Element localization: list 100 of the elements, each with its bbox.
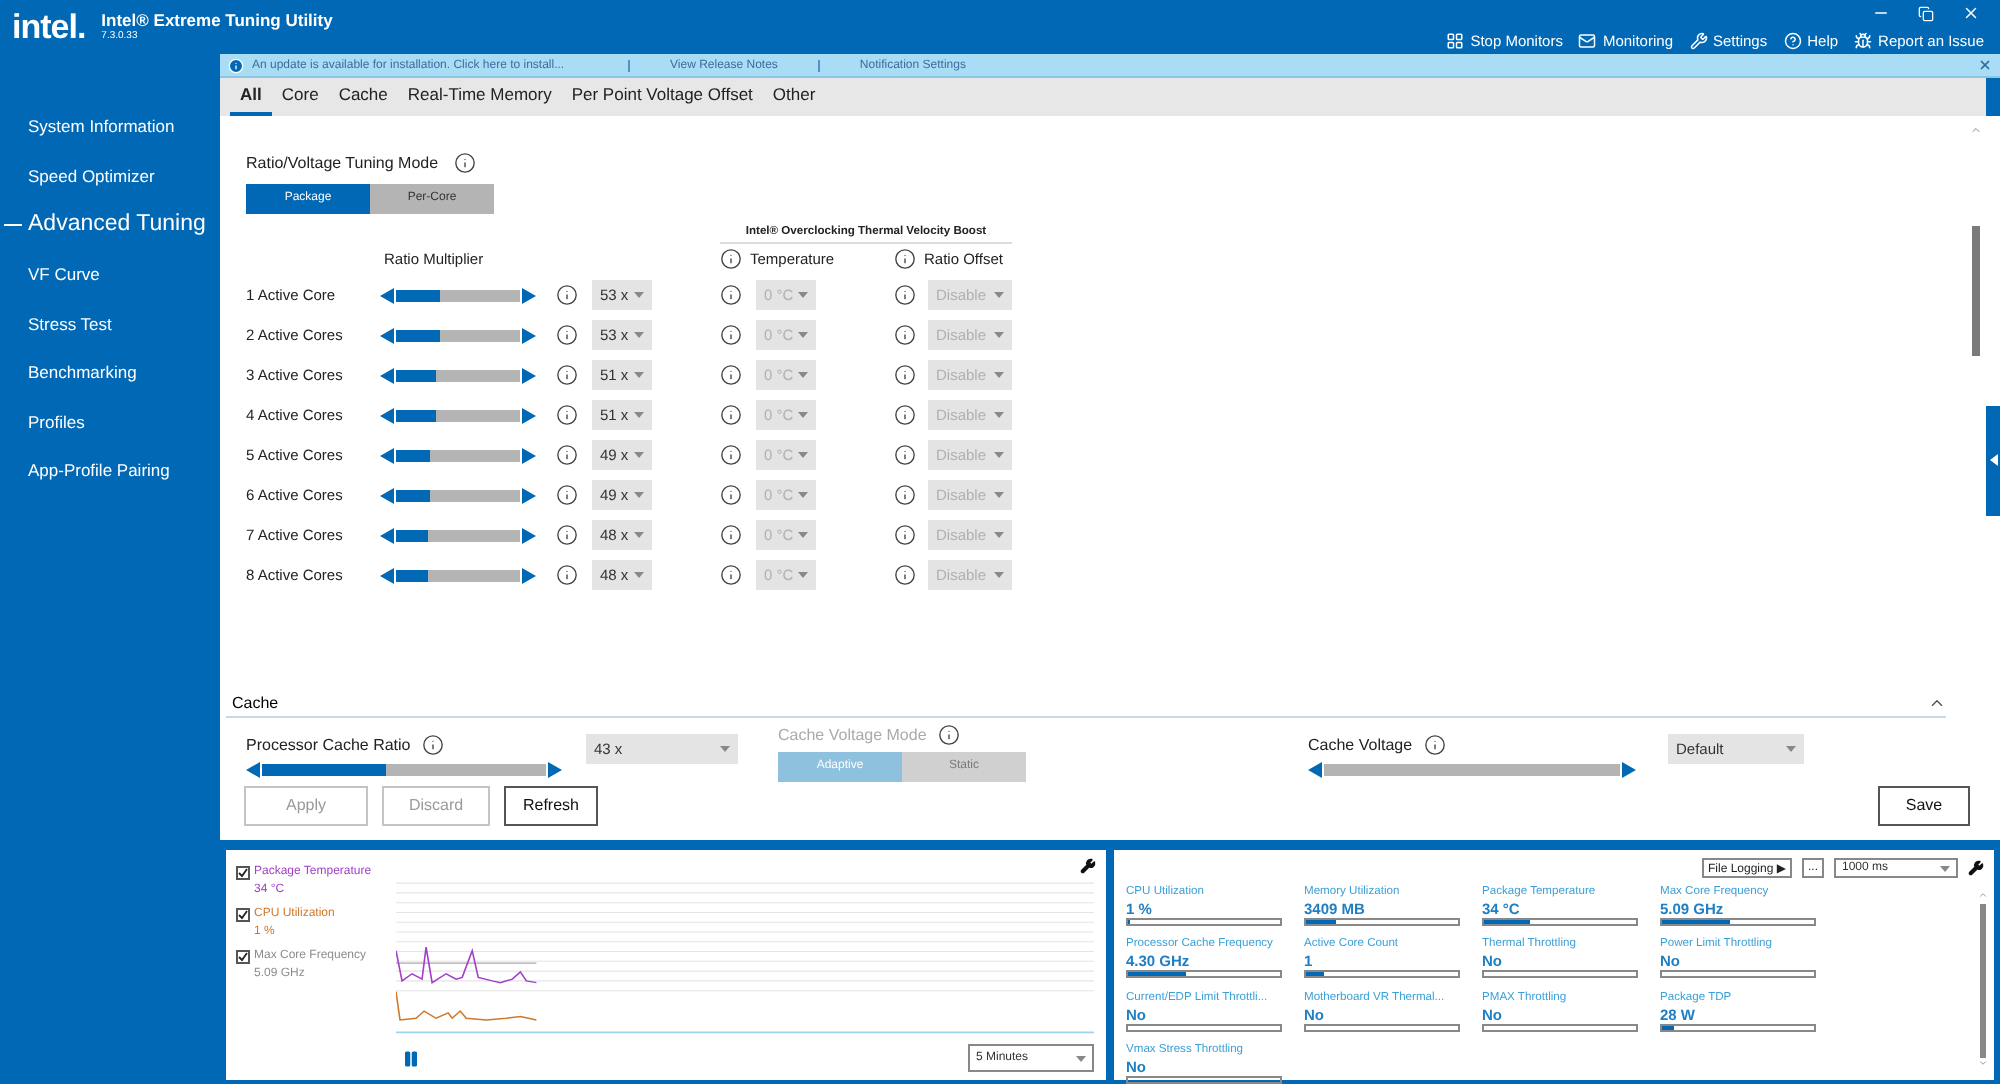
increase-arrow-icon[interactable]: [1622, 761, 1636, 777]
sidebar-item[interactable]: Profiles: [0, 397, 220, 447]
info-icon[interactable]: [894, 564, 916, 586]
caret-icon: [994, 492, 1004, 498]
info-icon[interactable]: [720, 564, 742, 586]
info-icon[interactable]: [556, 564, 578, 586]
sidebar-item[interactable]: Benchmarking: [0, 347, 220, 398]
tab[interactable]: Core: [271, 78, 329, 115]
sidebar-item[interactable]: Advanced Tuning: [0, 200, 220, 250]
info-icon[interactable]: [894, 484, 916, 506]
scrollbar-thumb[interactable]: [1979, 904, 1985, 1058]
increase-arrow-icon[interactable]: [522, 447, 536, 463]
caret-icon: [634, 292, 644, 298]
checkbox[interactable]: [236, 866, 250, 880]
wrench-icon[interactable]: [1968, 860, 1984, 876]
grid-icon: [1446, 31, 1465, 49]
checkbox[interactable]: [236, 908, 250, 922]
action-button[interactable]: Refresh: [504, 785, 598, 826]
caret-icon: [994, 412, 1004, 418]
logo: intel.: [12, 7, 86, 47]
caret-icon: [994, 452, 1004, 458]
info-icon[interactable]: [894, 444, 916, 466]
increase-arrow-icon[interactable]: [522, 567, 536, 583]
info-icon[interactable]: [720, 284, 742, 306]
decrease-arrow-icon[interactable]: [380, 567, 394, 583]
increase-arrow-icon[interactable]: [548, 761, 562, 777]
info-icon[interactable]: [556, 524, 578, 546]
info-icon[interactable]: [720, 324, 742, 346]
tab[interactable]: Other: [762, 78, 826, 115]
info-icon[interactable]: [556, 404, 578, 426]
caret-icon: [1940, 865, 1950, 871]
decrease-arrow-icon[interactable]: [380, 367, 394, 383]
info-icon[interactable]: [556, 444, 578, 466]
pause-icon[interactable]: [402, 1049, 420, 1067]
decrease-arrow-icon[interactable]: [380, 487, 394, 503]
wrench-icon[interactable]: [1080, 858, 1096, 874]
close-icon[interactable]: [1978, 58, 1992, 73]
info-icon[interactable]: [422, 733, 445, 755]
close-button[interactable]: [1962, 4, 1980, 22]
info-icon[interactable]: [894, 284, 916, 306]
caret-icon: [798, 292, 808, 298]
save-button[interactable]: Save: [1878, 785, 1970, 826]
tab[interactable]: Per Point Voltage Offset: [561, 78, 763, 115]
info-icon[interactable]: [556, 284, 578, 306]
increase-arrow-icon[interactable]: [522, 407, 536, 423]
caret-icon: [994, 332, 1004, 338]
info-icon[interactable]: [556, 324, 578, 346]
app-title: Intel® Extreme Tuning Utility: [101, 12, 333, 30]
caret-icon: [798, 372, 808, 378]
tab[interactable]: Real-Time Memory: [397, 78, 562, 115]
info-icon[interactable]: [556, 484, 578, 506]
sidebar-item[interactable]: System Information: [0, 102, 220, 152]
caret-icon: [1786, 745, 1796, 751]
decrease-arrow-icon[interactable]: [380, 447, 394, 463]
caret-icon: [634, 412, 644, 418]
info-icon[interactable]: [894, 248, 916, 270]
envelope-icon: [1578, 31, 1597, 49]
caret-icon: [798, 572, 808, 578]
info-icon[interactable]: [720, 404, 742, 426]
caret-icon: [1076, 1055, 1086, 1061]
side-panel-handle[interactable]: [1986, 405, 2000, 515]
increase-arrow-icon[interactable]: [522, 287, 536, 303]
info-icon[interactable]: [894, 404, 916, 426]
help-icon: [1783, 31, 1802, 49]
sidebar-item[interactable]: VF Curve: [0, 249, 220, 299]
info-icon[interactable]: [454, 151, 477, 173]
info-icon[interactable]: [720, 524, 742, 546]
tab[interactable]: Cache: [328, 78, 398, 115]
caret-icon: [798, 332, 808, 338]
info-icon[interactable]: [720, 484, 742, 506]
caret-icon: [994, 532, 1004, 538]
scrollbar-thumb[interactable]: [1972, 225, 1980, 355]
info-icon[interactable]: [556, 364, 578, 386]
checkbox[interactable]: [236, 950, 250, 964]
decrease-arrow-icon[interactable]: [1308, 761, 1322, 777]
restore-button[interactable]: [1918, 5, 1934, 21]
info-icon[interactable]: [894, 364, 916, 386]
increase-arrow-icon[interactable]: [522, 367, 536, 383]
decrease-arrow-icon[interactable]: [380, 407, 394, 423]
bug-icon: [1854, 31, 1873, 49]
sidebar-item[interactable]: Stress Test: [0, 298, 220, 348]
info-icon[interactable]: [720, 248, 742, 270]
caret-icon: [798, 452, 808, 458]
caret-icon: [720, 745, 730, 751]
decrease-arrow-icon[interactable]: [380, 287, 394, 303]
info-icon[interactable]: [720, 444, 742, 466]
decrease-arrow-icon[interactable]: [380, 327, 394, 343]
sidebar-item[interactable]: App-Profile Pairing: [0, 446, 220, 496]
decrease-arrow-icon[interactable]: [246, 761, 260, 777]
sidebar-item[interactable]: Speed Optimizer: [0, 151, 220, 201]
increase-arrow-icon[interactable]: [522, 487, 536, 503]
caret-icon: [798, 492, 808, 498]
info-icon[interactable]: [894, 524, 916, 546]
increase-arrow-icon[interactable]: [522, 327, 536, 343]
decrease-arrow-icon[interactable]: [380, 527, 394, 543]
increase-arrow-icon[interactable]: [522, 527, 536, 543]
info-icon[interactable]: [894, 324, 916, 346]
info-icon[interactable]: [1424, 733, 1447, 755]
caret-icon: [994, 572, 1004, 578]
info-icon[interactable]: [720, 364, 742, 386]
